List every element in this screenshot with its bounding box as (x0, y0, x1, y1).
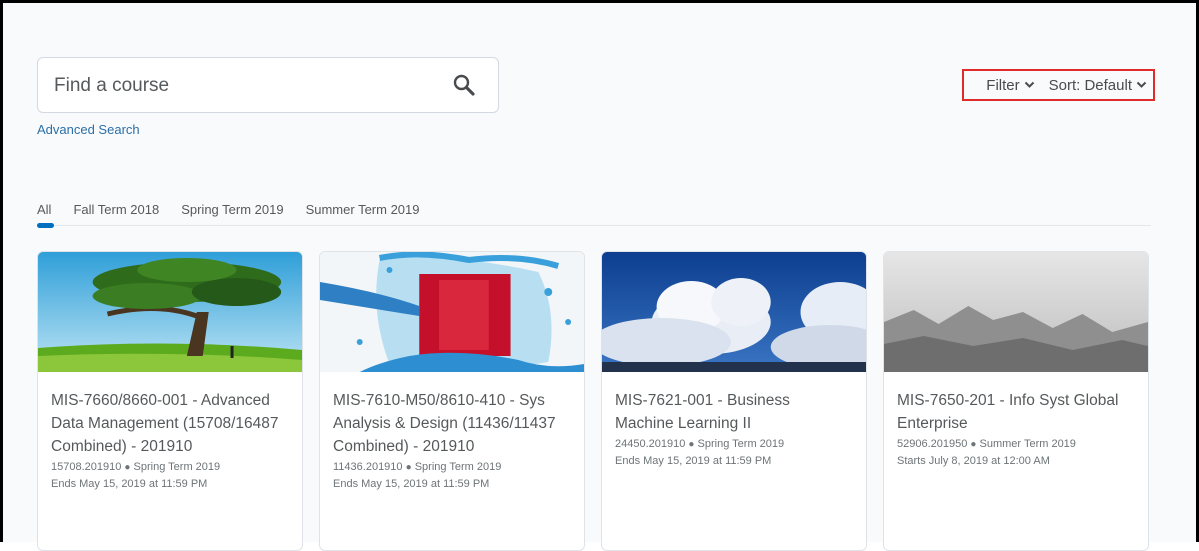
course-term: Spring Term 2019 (414, 461, 502, 473)
course-image-tree (38, 252, 302, 372)
course-image-splash (320, 252, 584, 372)
term-tabs: All Fall Term 2018 Spring Term 2019 Summ… (37, 202, 420, 217)
course-date: Starts July 8, 2019 at 12:00 AM (897, 455, 1050, 467)
sort-label: Sort: Default (1048, 76, 1132, 94)
tab-all[interactable]: All (37, 202, 51, 217)
course-title: MIS-7610-M50/8610-410 - Sys Analysis & D… (333, 392, 556, 455)
course-search-box (37, 57, 499, 114)
course-selector-panel: Advanced Search Filter Sort: Default All… (0, 0, 1199, 551)
filter-dropdown[interactable]: Filter (986, 77, 1034, 94)
advanced-search-link[interactable]: Advanced Search (37, 122, 140, 137)
course-meta: 24450.201910 ● Spring Term 2019 Ends May… (615, 436, 852, 469)
course-card[interactable]: MIS-7660/8660-001 - Advanced Data Manage… (37, 251, 303, 551)
course-card[interactable]: MIS-7650-201 - Info Syst Global Enterpri… (883, 251, 1149, 551)
course-image-mountains (884, 252, 1148, 372)
course-date: Ends May 15, 2019 at 11:59 PM (615, 455, 772, 467)
course-date: Ends May 15, 2019 at 11:59 PM (333, 478, 490, 490)
course-search-input[interactable] (52, 58, 456, 114)
separator-dot: ● (688, 439, 695, 450)
separator-dot: ● (405, 462, 412, 473)
filter-label: Filter (986, 76, 1020, 94)
course-term: Summer Term 2019 (979, 438, 1076, 450)
course-code: 24450.201910 (615, 438, 686, 450)
course-image-clouds (602, 252, 866, 372)
course-code: 15708.201910 (51, 461, 122, 473)
course-meta: 52906.201950 ● Summer Term 2019 Starts J… (897, 436, 1134, 469)
course-code: 11436.201910 (333, 461, 403, 473)
tab-fall-term-2018[interactable]: Fall Term 2018 (73, 202, 159, 217)
chevron-down-icon (1136, 81, 1147, 88)
separator-dot: ● (124, 462, 131, 473)
separator-dot: ● (970, 439, 977, 450)
course-meta: 11436.201910 ● Spring Term 2019 Ends May… (333, 459, 570, 492)
sort-dropdown[interactable]: Sort: Default (1049, 77, 1147, 94)
course-card[interactable]: MIS-7610-M50/8610-410 - Sys Analysis & D… (319, 251, 585, 551)
search-icon[interactable] (452, 73, 476, 97)
course-code: 52906.201950 (897, 438, 968, 450)
chevron-down-icon (1024, 81, 1034, 88)
course-title: MIS-7650-201 - Info Syst Global Enterpri… (897, 392, 1119, 432)
tab-summer-term-2019[interactable]: Summer Term 2019 (306, 202, 420, 217)
course-term: Spring Term 2019 (697, 438, 785, 450)
course-title: MIS-7660/8660-001 - Advanced Data Manage… (51, 392, 279, 455)
course-card[interactable]: MIS-7621-001 - Business Machine Learning… (601, 251, 867, 551)
course-meta: 15708.201910 ● Spring Term 2019 Ends May… (51, 459, 288, 492)
course-term: Spring Term 2019 (133, 461, 221, 473)
selected-tab-indicator (37, 223, 54, 228)
course-date: Ends May 15, 2019 at 11:59 PM (51, 478, 208, 490)
filter-sort-highlight: Filter Sort: Default (962, 69, 1155, 101)
tabs-divider (37, 225, 1151, 226)
tab-spring-term-2019[interactable]: Spring Term 2019 (181, 202, 283, 217)
course-title: MIS-7621-001 - Business Machine Learning… (615, 392, 790, 432)
